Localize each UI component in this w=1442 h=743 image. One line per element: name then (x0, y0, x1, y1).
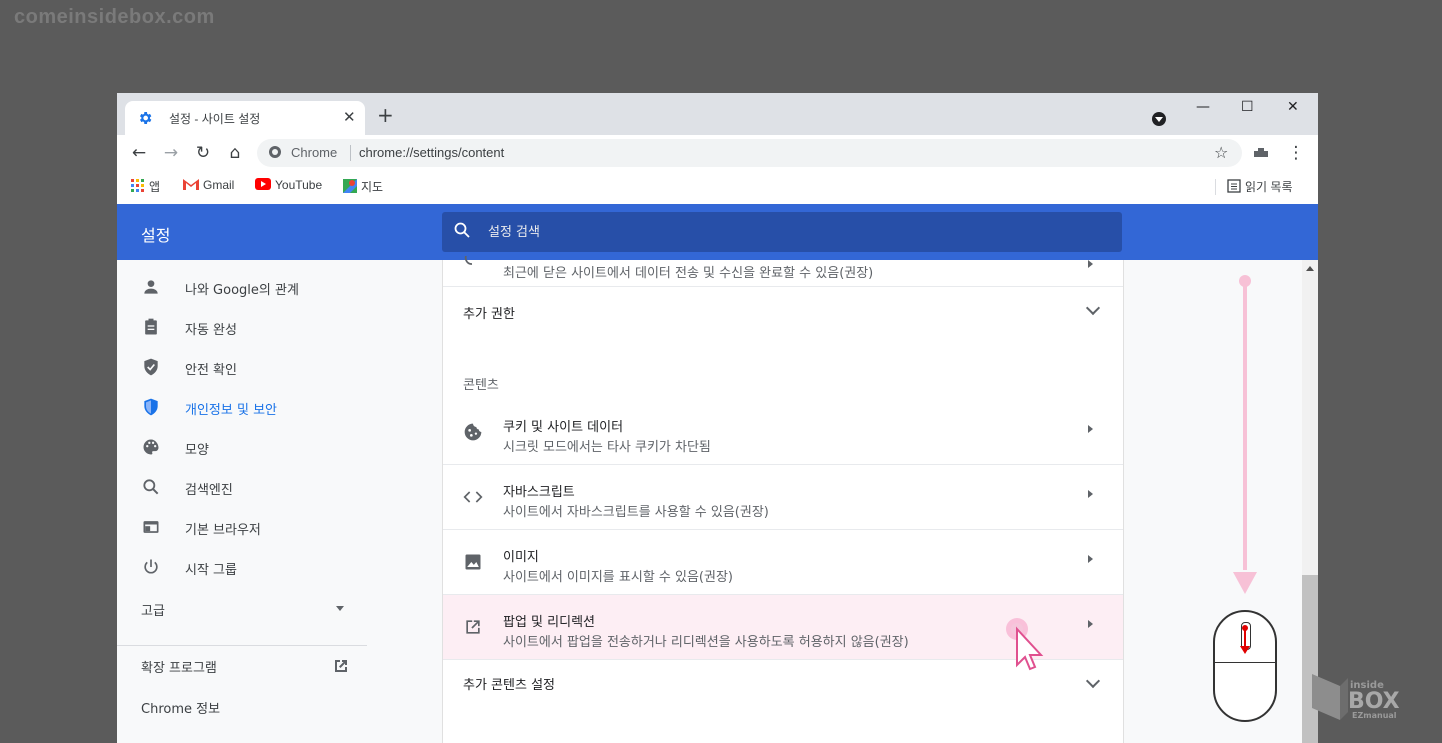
gear-icon (140, 112, 152, 124)
title-bar: 설정 - 사이트 설정 ✕ + — ☐ ✕ (117, 93, 1318, 135)
mouse-button-split (1215, 662, 1275, 663)
site-label: Chrome (291, 145, 338, 160)
reading-list-icon (1227, 179, 1241, 193)
additional-permissions-row[interactable]: 추가 권한 (443, 287, 1123, 335)
url-text[interactable]: chrome://settings/content (359, 145, 504, 160)
sidebar-item-google[interactable]: 나와 Google의 관계 (117, 269, 367, 305)
browser-toolbar: ← → ↻ ⌂ Chrome chrome://settings/content… (117, 135, 1318, 171)
open-in-new-icon[interactable] (332, 657, 350, 675)
scroll-guide-arrow-icon (1233, 572, 1257, 594)
sidebar-item-default-browser[interactable]: 기본 브라우저 (117, 509, 367, 545)
shield-check-icon (144, 358, 158, 376)
row-arrow-icon (1088, 620, 1093, 628)
sidebar-item-appearance[interactable]: 모양 (117, 429, 367, 465)
tab-title: 설정 - 사이트 설정 (169, 112, 261, 126)
youtube-icon (255, 178, 271, 190)
row-arrow-icon (1088, 425, 1093, 433)
gmail-icon (183, 179, 199, 190)
scroll-guide-line (1243, 280, 1247, 570)
forward-icon[interactable]: → (161, 143, 181, 163)
code-icon (463, 491, 483, 503)
bookmarks-bar: 앱 Gmail YouTube 지도 읽기 목록 (117, 171, 1318, 205)
row-arrow-icon (1088, 490, 1093, 498)
content-settings-card: 최근에 닫은 사이트에서 데이터 전송 및 수신을 완료할 수 있음(권장) 추… (442, 256, 1124, 743)
palette-icon (143, 439, 159, 455)
bookmark-star-icon[interactable]: ☆ (1214, 143, 1228, 162)
home-icon[interactable]: ⌂ (225, 143, 245, 163)
open-in-new-icon (466, 620, 480, 634)
image-icon (465, 554, 481, 570)
section-label-content: 콘텐츠 (463, 378, 499, 393)
sidebar-item-startup[interactable]: 시작 그룹 (117, 549, 367, 585)
maximize-button[interactable]: ☐ (1241, 99, 1254, 115)
sidebar-item-search-engine[interactable]: 검색엔진 (117, 469, 367, 505)
search-icon (143, 479, 159, 495)
shield-icon (144, 398, 158, 416)
browser-icon (143, 521, 159, 533)
partial-row-background-sync[interactable]: 최근에 닫은 사이트에서 데이터 전송 및 수신을 완료할 수 있음(권장) (443, 230, 1123, 287)
sidebar-item-privacy[interactable]: 개인정보 및 보안 (117, 389, 367, 425)
sidebar-extensions[interactable]: 확장 프로그램 (141, 657, 217, 676)
close-window-button[interactable]: ✕ (1287, 99, 1299, 115)
row-javascript[interactable]: 자바스크립트 사이트에서 자바스크립트를 사용할 수 있음(권장) (443, 465, 1123, 530)
row-images[interactable]: 이미지 사이트에서 이미지를 표시할 수 있음(권장) (443, 530, 1123, 595)
extension-icon[interactable] (1252, 144, 1272, 164)
bookmark-gmail[interactable]: Gmail (183, 178, 234, 192)
person-icon (144, 280, 158, 294)
bookmark-youtube[interactable]: YouTube (255, 178, 322, 192)
apps-grid-icon (131, 179, 144, 192)
down-arrow-icon (1240, 625, 1250, 654)
chevron-down-icon[interactable] (336, 606, 344, 611)
chevron-down-icon (1085, 300, 1101, 316)
mouse-scroll-icon (1213, 610, 1277, 722)
tab-search-icon[interactable] (1152, 112, 1166, 126)
active-tab[interactable]: 설정 - 사이트 설정 ✕ (125, 101, 365, 135)
sidebar-item-safety[interactable]: 안전 확인 (117, 349, 367, 385)
insidebox-logo-icon: inside BOX EZmanual (1312, 674, 1400, 720)
browser-window: 설정 - 사이트 설정 ✕ + — ☐ ✕ ← → ↻ ⌂ Chrome chr… (117, 93, 1318, 743)
sidebar-advanced[interactable]: 고급 (141, 600, 165, 619)
reload-icon[interactable]: ↻ (193, 143, 213, 163)
row-arrow-icon (1088, 555, 1093, 563)
bookmark-maps[interactable]: 지도 (343, 178, 383, 195)
address-separator (350, 145, 351, 161)
bookmark-apps[interactable]: 앱 (131, 178, 160, 195)
svg-text:EZmanual: EZmanual (1352, 711, 1397, 720)
settings-title: 설정 (141, 226, 171, 245)
cookie-icon (464, 423, 482, 441)
clipboard-icon (145, 318, 157, 335)
settings-body: 나와 Google의 관계 자동 완성 안전 확인 개인정보 및 보안 모양 검… (117, 256, 1318, 743)
row-arrow-icon (1088, 260, 1093, 268)
bookmark-divider (1215, 179, 1216, 195)
address-bar[interactable]: Chrome chrome://settings/content ☆ (257, 139, 1242, 167)
sidebar-item-autofill[interactable]: 자동 완성 (117, 309, 367, 345)
maps-icon (343, 179, 357, 193)
watermark: comeinsidebox.com (14, 6, 215, 28)
chevron-down-icon (1085, 673, 1101, 689)
chrome-icon (269, 146, 281, 158)
row-cookies[interactable]: 쿠키 및 사이트 데이터 시크릿 모드에서는 타사 쿠키가 차단됨 (443, 400, 1123, 465)
new-tab-button[interactable]: + (377, 105, 394, 125)
scroll-up-arrow-icon[interactable] (1306, 266, 1314, 271)
sidebar-divider (117, 645, 367, 646)
power-icon (144, 559, 158, 574)
reading-list-button[interactable]: 읽기 목록 (1227, 178, 1293, 195)
back-icon[interactable]: ← (129, 143, 149, 163)
menu-icon[interactable]: ⋮ (1286, 143, 1306, 163)
tab-close-icon[interactable]: ✕ (343, 108, 356, 126)
minimize-button[interactable]: — (1196, 99, 1210, 115)
sync-icon (464, 256, 473, 265)
row-popups-redirects[interactable]: 팝업 및 리디렉션 사이트에서 팝업을 전송하거나 리디렉션을 사용하도록 허용… (443, 595, 1123, 671)
sidebar-about-chrome[interactable]: Chrome 정보 (141, 698, 220, 717)
settings-sidebar: 나와 Google의 관계 자동 완성 안전 확인 개인정보 및 보안 모양 검… (117, 260, 367, 743)
additional-content-settings-row[interactable]: 추가 콘텐츠 설정 (443, 660, 1123, 708)
